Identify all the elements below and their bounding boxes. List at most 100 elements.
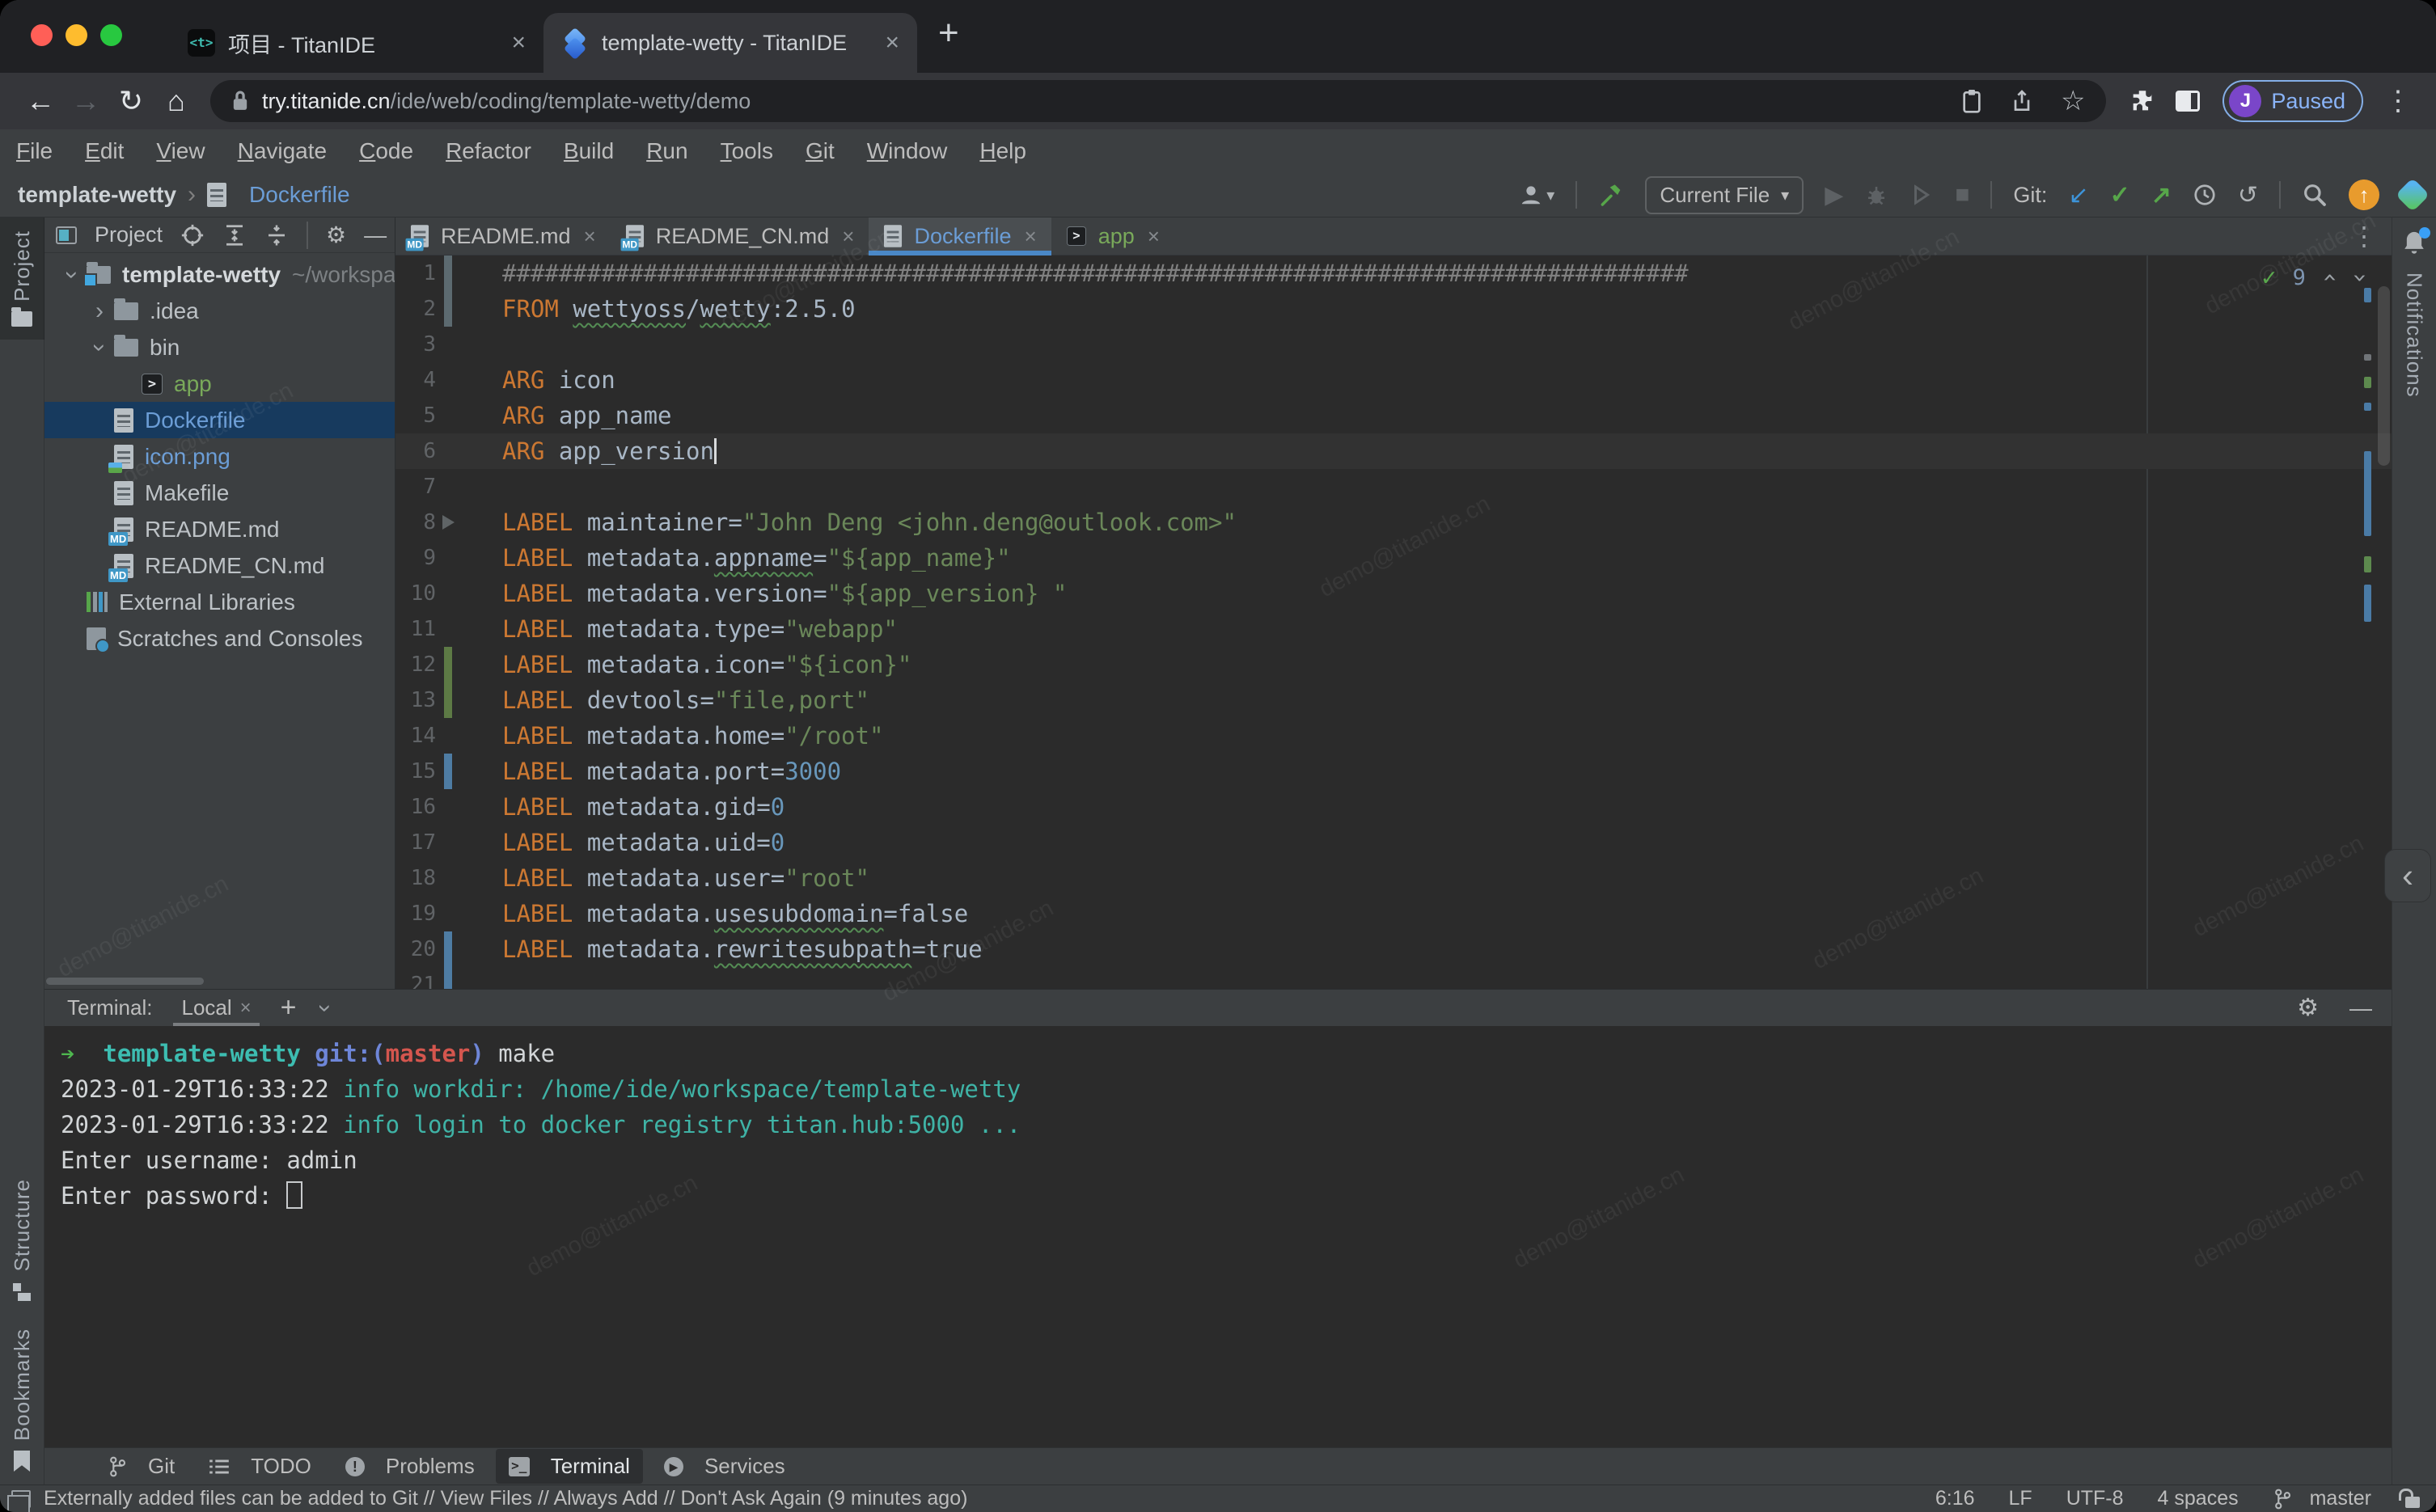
close-icon[interactable]: ×	[240, 997, 252, 1020]
code-line-5[interactable]: 5ARG app_name	[395, 398, 2392, 433]
tree-chevron-icon[interactable]: ›	[57, 261, 87, 289]
close-tab-icon[interactable]: ×	[1025, 224, 1037, 249]
status-encoding[interactable]: UTF-8	[2066, 1487, 2124, 1510]
tree-item-readme-cn-md[interactable]: MDREADME_CN.md	[44, 547, 395, 584]
menu-view[interactable]: View	[156, 138, 205, 164]
code-line-6[interactable]: 6ARG app_version	[395, 433, 2392, 469]
sidebar-item-project[interactable]: Project	[0, 218, 44, 340]
tree-item-app[interactable]: >app	[44, 365, 395, 402]
status-indent-setting[interactable]: 4 spaces	[2158, 1487, 2239, 1510]
share-icon[interactable]	[2011, 88, 2033, 114]
code-line-7[interactable]: 7	[395, 469, 2392, 505]
tree-item-dockerfile[interactable]: Dockerfile	[44, 402, 395, 438]
stripe-mark[interactable]	[2364, 377, 2371, 388]
tree-chevron-icon[interactable]: ›	[85, 298, 114, 325]
breadcrumb-file[interactable]: Dockerfile	[249, 182, 349, 208]
close-tab-icon[interactable]: ×	[511, 29, 526, 57]
bookmark-star-icon[interactable]: ☆	[2061, 85, 2085, 117]
code-line-20[interactable]: 20LABEL metadata.rewritesubpath=true	[395, 931, 2392, 967]
vertical-scrollbar[interactable]	[2378, 286, 2390, 466]
tool-window-button-services[interactable]: ▶Services	[651, 1449, 798, 1484]
fold-marker-icon[interactable]	[442, 515, 455, 530]
tool-window-button-git[interactable]: Git	[95, 1449, 188, 1484]
minimize-window-button[interactable]	[66, 24, 87, 46]
close-tab-icon[interactable]: ×	[842, 224, 854, 249]
close-tab-icon[interactable]: ×	[885, 29, 899, 57]
stop-button[interactable]: ■	[1955, 181, 1969, 209]
rollback-icon[interactable]: ↺	[2238, 181, 2258, 209]
code-line-2[interactable]: 2FROM wettyoss/wetty:2.5.0	[395, 291, 2392, 327]
tool-window-button-todo[interactable]: TODO	[196, 1449, 324, 1484]
code-line-12[interactable]: 12LABEL metadata.icon="${icon}"	[395, 647, 2392, 682]
collapse-all-icon[interactable]	[264, 223, 289, 247]
back-icon[interactable]: ←	[18, 84, 63, 118]
search-icon[interactable]	[2302, 182, 2328, 208]
new-tab-button[interactable]: +	[938, 13, 959, 53]
event-log-icon[interactable]	[11, 1490, 31, 1508]
new-terminal-icon[interactable]: +	[281, 992, 297, 1024]
history-clock-icon[interactable]	[2193, 183, 2217, 207]
run-button[interactable]: ▶	[1825, 181, 1843, 209]
previous-problem-icon[interactable]: ›	[2315, 270, 2343, 285]
menu-window[interactable]: Window	[867, 138, 948, 164]
editor-tab-readme-md[interactable]: MDREADME.md×	[395, 218, 611, 255]
code-line-16[interactable]: 16LABEL metadata.gid=0	[395, 789, 2392, 825]
code-line-15[interactable]: 15LABEL metadata.port=3000	[395, 754, 2392, 789]
hide-panel-icon[interactable]: —	[364, 222, 387, 248]
browser-tab-template-wetty[interactable]: template-wetty - TitanIDE ×	[543, 13, 917, 73]
stripe-mark[interactable]	[2364, 585, 2371, 622]
code-line-11[interactable]: 11LABEL metadata.type="webapp"	[395, 611, 2392, 647]
tool-window-button-terminal[interactable]: >_Terminal	[496, 1449, 643, 1484]
sidebar-item-bookmarks[interactable]: Bookmarks	[0, 1316, 44, 1485]
build-hammer-icon[interactable]	[1598, 182, 1624, 208]
terminal-settings-gear-icon[interactable]: ⚙	[2297, 994, 2319, 1022]
menu-code[interactable]: Code	[359, 138, 413, 164]
address-bar[interactable]: try.titanide.cn/ide/web/coding/template-…	[210, 80, 2106, 122]
unlocked-padlock-icon[interactable]	[2405, 1497, 2420, 1508]
code-line-17[interactable]: 17LABEL metadata.uid=0	[395, 825, 2392, 860]
tab-options-icon[interactable]: ⋮	[2351, 221, 2392, 251]
stripe-mark[interactable]	[2364, 288, 2371, 302]
status-line-ending[interactable]: LF	[2009, 1487, 2032, 1510]
run-with-coverage-icon[interactable]	[1909, 183, 1934, 207]
reload-icon[interactable]: ↻	[108, 84, 154, 118]
code-line-14[interactable]: 14LABEL metadata.home="/root"	[395, 718, 2392, 754]
ide-update-icon[interactable]: ↑	[2349, 179, 2379, 210]
collapse-right-strip-button[interactable]: ‹	[2384, 849, 2431, 902]
locate-file-icon[interactable]	[180, 223, 205, 247]
sidebar-item-structure[interactable]: Structure	[0, 1166, 44, 1316]
menu-navigate[interactable]: Navigate	[238, 138, 328, 164]
tree-item-idea[interactable]: ›.idea	[44, 293, 395, 329]
menu-build[interactable]: Build	[564, 138, 614, 164]
tree-item-makefile[interactable]: Makefile	[44, 475, 395, 511]
clipboard-icon[interactable]	[1960, 88, 1983, 114]
gear-icon[interactable]: ⚙	[326, 222, 346, 248]
breadcrumb-project[interactable]: template-wetty	[18, 182, 176, 208]
menu-file[interactable]: File	[16, 138, 53, 164]
browser-tab-project[interactable]: <t> 项目 - TitanIDE ×	[170, 13, 543, 73]
extensions-puzzle-icon[interactable]	[2129, 87, 2156, 115]
terminal-output[interactable]: ➔ template-wetty git:(master) make2023-0…	[44, 1026, 2392, 1447]
editor-tab-dockerfile[interactable]: Dockerfile×	[869, 218, 1051, 255]
code-line-3[interactable]: 3	[395, 327, 2392, 362]
git-update-icon[interactable]: ↙	[2068, 181, 2088, 209]
tree-item-external-libraries[interactable]: External Libraries	[44, 584, 395, 620]
debug-bug-icon[interactable]	[1864, 183, 1888, 207]
stripe-mark[interactable]	[2364, 451, 2371, 536]
code-line-8[interactable]: 8LABEL maintainer="John Deng <john.deng@…	[395, 505, 2392, 540]
stripe-mark[interactable]	[2364, 354, 2371, 361]
home-icon[interactable]: ⌂	[154, 84, 199, 118]
code-line-9[interactable]: 9LABEL metadata.appname="${app_name}"	[395, 540, 2392, 576]
tree-item-icon-png[interactable]: icon.png	[44, 438, 395, 475]
run-configuration-select[interactable]: Current File ▾	[1645, 176, 1804, 214]
status-git-branch[interactable]: master	[2273, 1487, 2371, 1510]
tree-item-bin[interactable]: ›bin	[44, 329, 395, 365]
menu-refactor[interactable]: Refactor	[446, 138, 531, 164]
code-line-4[interactable]: 4ARG icon	[395, 362, 2392, 398]
tree-item-scratches-and-consoles[interactable]: Scratches and Consoles	[44, 620, 395, 657]
editor-tab-readme-cn-md[interactable]: MDREADME_CN.md×	[611, 218, 869, 255]
stripe-mark[interactable]	[2364, 556, 2371, 572]
terminal-tab-local[interactable]: Local ×	[176, 990, 256, 1026]
tree-item-readme-md[interactable]: MDREADME.md	[44, 511, 395, 547]
code-editor[interactable]: 1#######################################…	[395, 256, 2392, 989]
